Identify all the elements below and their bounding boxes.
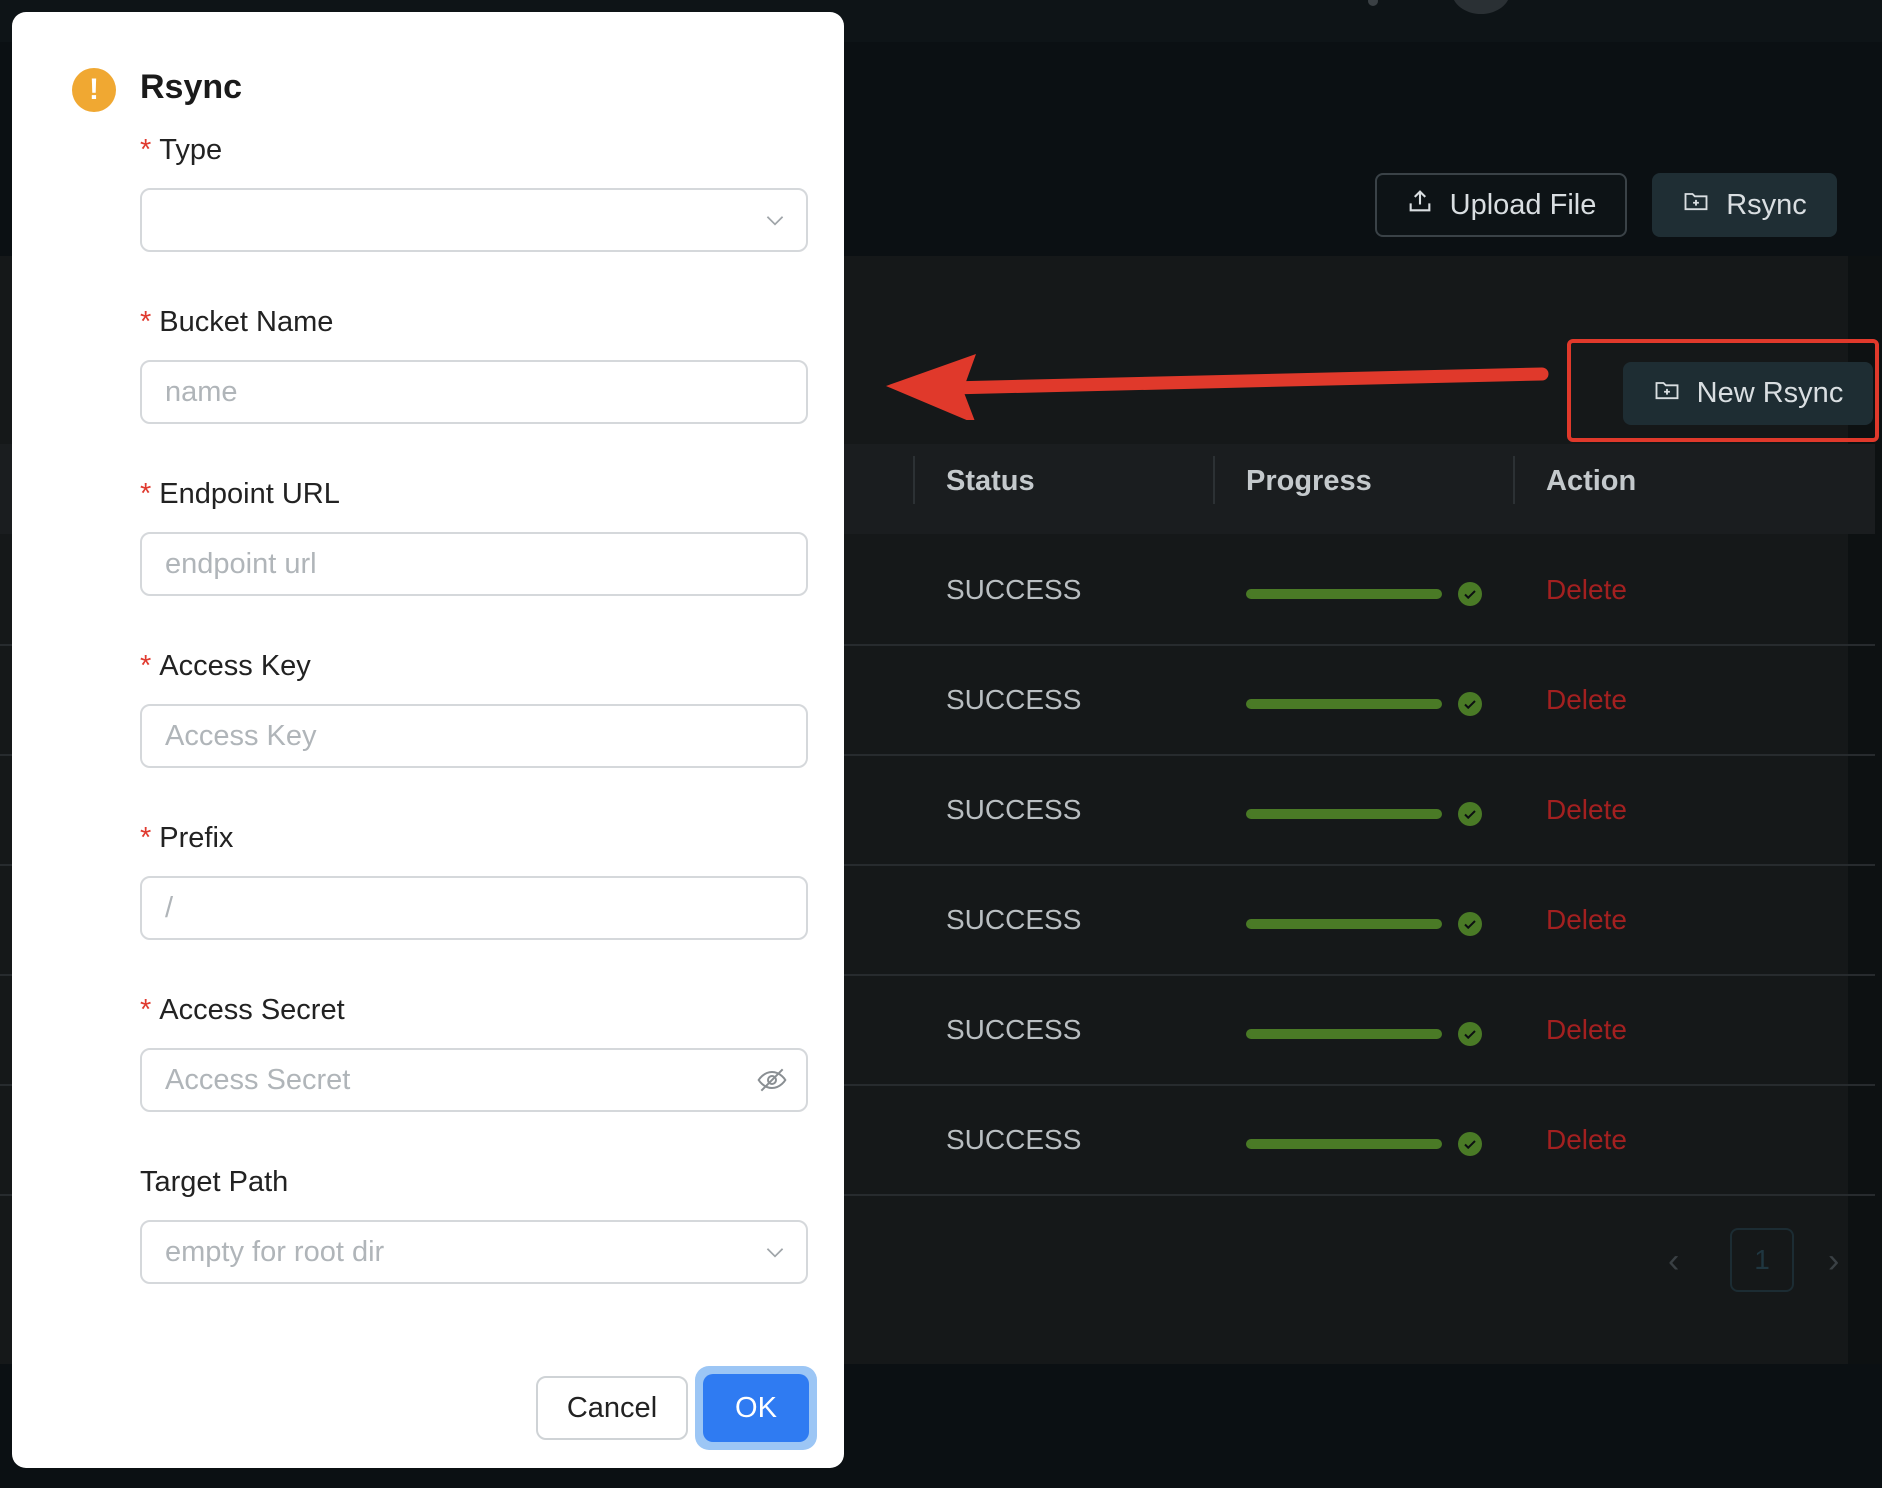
access-key-input[interactable]: Access Key <box>140 704 808 768</box>
target-path-select[interactable]: empty for root dir <box>140 1220 808 1284</box>
rsync-label: Rsync <box>1726 188 1807 221</box>
column-header-progress[interactable]: Progress <box>1246 465 1372 498</box>
required-mark: * <box>140 306 152 338</box>
required-mark: * <box>140 134 152 166</box>
delete-link[interactable]: Delete <box>1546 574 1627 606</box>
chevron-right-icon[interactable]: › <box>1828 1242 1839 1281</box>
check-circle-icon <box>1458 1132 1482 1156</box>
endpoint-url-placeholder: endpoint url <box>165 547 317 580</box>
field-label-access-secret: * Access Secret <box>140 994 345 1026</box>
chevron-down-icon <box>762 1239 788 1265</box>
progress-bar <box>1246 699 1442 709</box>
check-circle-icon <box>1458 582 1482 606</box>
status-text: SUCCESS <box>946 1124 1082 1155</box>
check-circle-icon <box>1458 912 1482 936</box>
rsync-modal: ! Rsync * Type * Bucket Name name * Endpoin… <box>12 12 844 1468</box>
bucket-name-placeholder: name <box>165 375 238 408</box>
upload-file-label: Upload File <box>1449 188 1597 221</box>
annotation-arrow <box>886 354 1549 420</box>
field-label-access-key: * Access Key <box>140 650 311 682</box>
eye-slash-icon[interactable] <box>756 1064 788 1096</box>
column-header-action[interactable]: Action <box>1546 465 1636 498</box>
status-text: SUCCESS <box>946 1014 1082 1045</box>
page-number-button[interactable]: 1 <box>1730 1228 1794 1292</box>
prefix-input[interactable]: / <box>140 876 808 940</box>
field-label-prefix: * Prefix <box>140 822 234 854</box>
column-separator <box>1513 456 1515 504</box>
endpoint-url-input[interactable]: endpoint url <box>140 532 808 596</box>
field-label-target-path: Target Path <box>140 1166 289 1198</box>
required-mark: * <box>140 650 152 682</box>
field-label-bucket-name: * Bucket Name <box>140 306 334 338</box>
type-select[interactable] <box>140 188 808 252</box>
status-text: SUCCESS <box>946 904 1082 935</box>
status-text: SUCCESS <box>946 684 1082 715</box>
field-label-endpoint-url: * Endpoint URL <box>140 478 340 510</box>
modal-title: Rsync <box>140 68 243 106</box>
required-mark: * <box>140 478 152 510</box>
progress-bar <box>1246 1029 1442 1039</box>
prefix-placeholder: / <box>165 891 174 924</box>
delete-link[interactable]: Delete <box>1546 794 1627 826</box>
status-text: SUCCESS <box>946 574 1082 605</box>
target-path-placeholder: empty for root dir <box>165 1235 385 1268</box>
check-circle-icon <box>1458 1022 1482 1046</box>
required-mark: * <box>140 822 152 854</box>
rsync-button[interactable]: Rsync <box>1652 173 1837 237</box>
bucket-name-input[interactable]: name <box>140 360 808 424</box>
delete-link[interactable]: Delete <box>1546 1124 1627 1156</box>
access-secret-placeholder: Access Secret <box>165 1063 351 1096</box>
column-separator <box>1213 456 1215 504</box>
delete-link[interactable]: Delete <box>1546 904 1627 936</box>
check-circle-icon <box>1458 802 1482 826</box>
column-header-status[interactable]: Status <box>946 465 1035 498</box>
field-label-type: * Type <box>140 134 223 166</box>
check-circle-icon <box>1458 692 1482 716</box>
annotation-highlight-box <box>1567 339 1879 442</box>
status-text: SUCCESS <box>946 794 1082 825</box>
access-key-placeholder: Access Key <box>165 719 317 752</box>
cancel-button[interactable]: Cancel <box>536 1376 688 1440</box>
progress-bar <box>1246 809 1442 819</box>
column-separator <box>913 456 915 504</box>
warning-icon: ! <box>72 68 116 112</box>
folder-add-icon <box>1682 187 1710 223</box>
upload-file-button[interactable]: Upload File <box>1375 173 1627 237</box>
progress-bar <box>1246 589 1442 599</box>
chevron-down-icon <box>762 207 788 233</box>
delete-link[interactable]: Delete <box>1546 684 1627 716</box>
chevron-left-icon[interactable]: ‹ <box>1668 1242 1679 1281</box>
required-mark: * <box>140 994 152 1026</box>
upload-icon <box>1406 187 1434 223</box>
progress-bar <box>1246 1139 1442 1149</box>
progress-bar <box>1246 919 1442 929</box>
access-secret-input[interactable]: Access Secret <box>140 1048 808 1112</box>
delete-link[interactable]: Delete <box>1546 1014 1627 1046</box>
ok-button[interactable]: OK <box>703 1374 809 1442</box>
